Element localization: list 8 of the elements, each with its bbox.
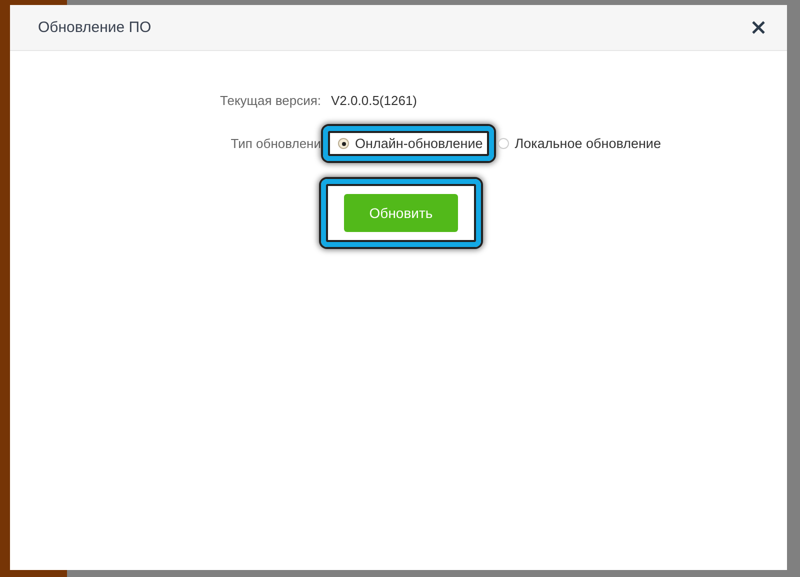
radio-option[interactable]: Локальное обновление	[498, 136, 661, 151]
radio-option[interactable]: Онлайн-обновление	[338, 136, 483, 151]
close-icon	[752, 21, 765, 34]
field-label: Тип обновлени	[230, 136, 322, 151]
close-button[interactable]	[750, 19, 767, 36]
field-label: Текущая версия:	[219, 93, 322, 108]
version-value: V2.0.0.5(1261)	[331, 93, 418, 108]
dialog-title: Обновление ПО	[38, 19, 152, 36]
